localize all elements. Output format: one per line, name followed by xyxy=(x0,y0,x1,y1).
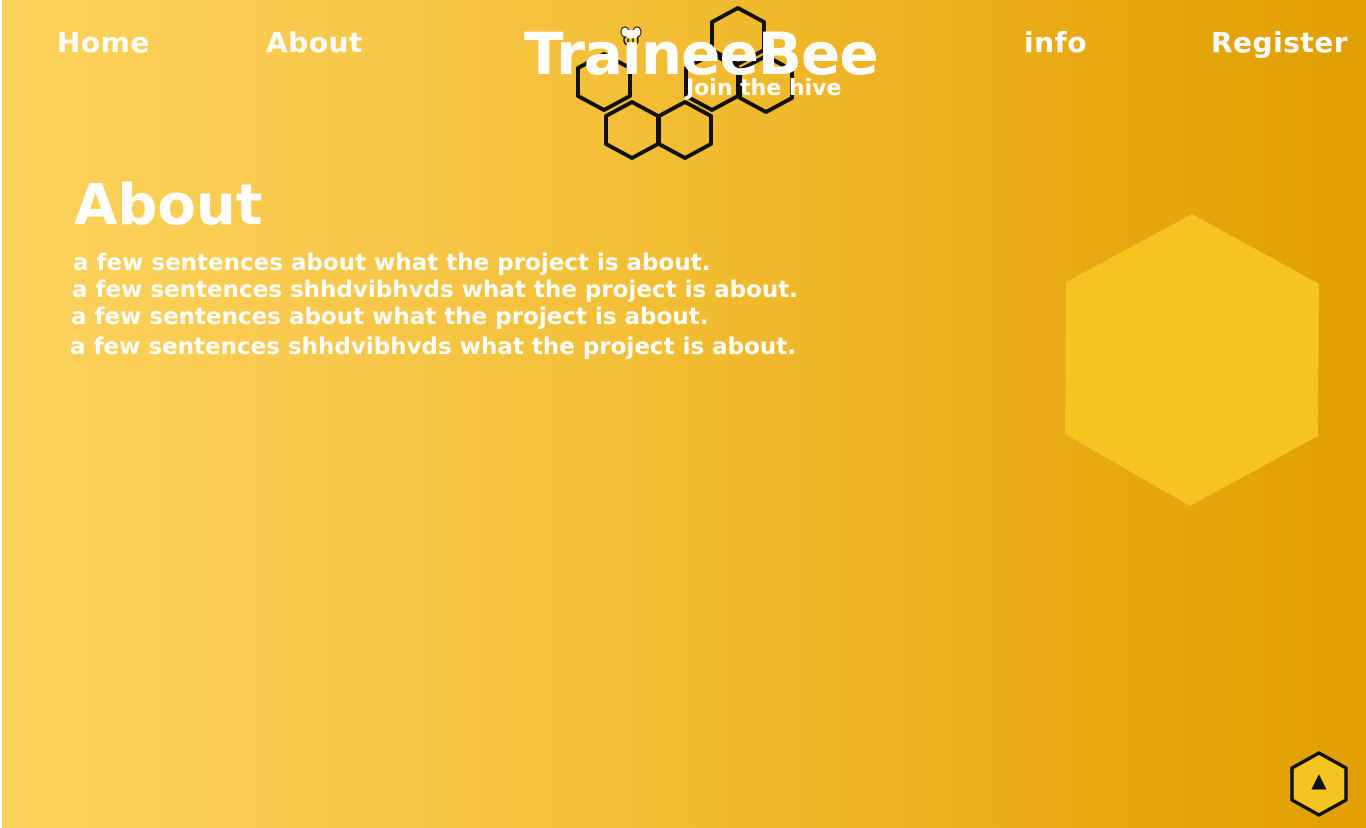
page-left-edge xyxy=(0,0,2,828)
decorative-hexagon xyxy=(1065,214,1319,506)
nav-link-register[interactable]: Register xyxy=(1211,26,1348,59)
logo-tagline: Join the hive xyxy=(686,76,842,101)
about-line: a few sentences shhdvibhvds what the pro… xyxy=(72,277,799,303)
nav-link-info[interactable]: info xyxy=(1024,26,1087,59)
nav-link-home[interactable]: Home xyxy=(57,26,150,59)
about-heading: About xyxy=(74,173,263,238)
nav-link-about[interactable]: About xyxy=(266,26,363,59)
about-text: a few sentences about what the project i… xyxy=(70,250,798,361)
about-line: a few sentences about what the project i… xyxy=(71,304,709,330)
scroll-to-top-button[interactable]: ▲ xyxy=(1288,750,1350,818)
about-line: a few sentences about what the project i… xyxy=(73,250,711,276)
chevron-up-icon: ▲ xyxy=(1311,768,1327,792)
site-logo[interactable]: TraineeBee Join the hive xyxy=(520,4,879,164)
about-line: a few sentences shhdvibhvds what the pro… xyxy=(70,334,797,360)
